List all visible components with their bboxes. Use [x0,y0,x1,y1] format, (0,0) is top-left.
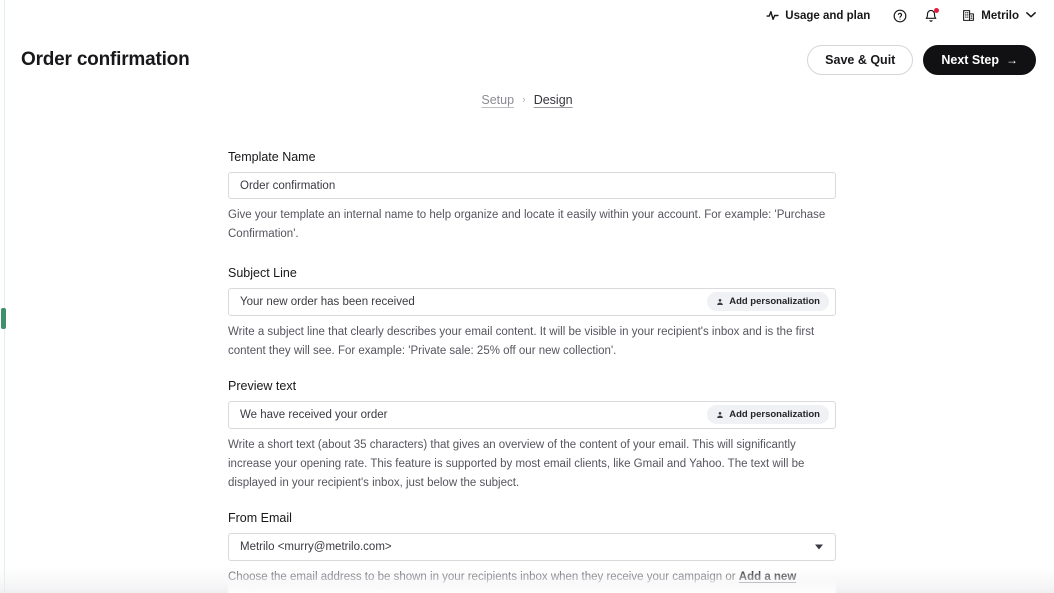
arrow-right-icon: → [1006,53,1018,67]
breadcrumb-step-setup[interactable]: Setup [481,93,514,107]
person-icon [716,298,724,306]
header-actions: Save & Quit Next Step → [807,45,1036,75]
activity-pulse-icon [766,9,779,22]
page-header: Order confirmation Save & Quit Next Step… [0,36,1054,84]
preview-add-personalization-label: Add personalization [729,409,820,420]
template-name-label: Template Name [228,150,316,164]
template-name-helper: Give your template an internal name to h… [228,209,826,240]
breadcrumb-separator-icon: › [522,94,526,106]
from-email-helper-prefix: Choose the email address to be shown in … [228,571,739,583]
template-setup-form: Template Name Give your template an inte… [228,150,836,593]
notification-badge-dot [934,7,940,13]
subject-add-personalization-button[interactable]: Add personalization [707,292,829,311]
save-and-quit-button[interactable]: Save & Quit [807,45,914,75]
from-email-select-wrap[interactable]: Metrilo <murry@metrilo.com> [228,533,836,561]
from-email-helper: Choose the email address to be shown in … [228,568,836,593]
person-icon [716,411,724,419]
building-icon [962,9,975,22]
usage-and-plan-label: Usage and plan [785,9,871,22]
preview-text-label: Preview text [228,379,297,393]
account-menu[interactable]: Metrilo [962,9,1036,22]
subject-add-personalization-label: Add personalization [729,296,820,307]
field-subject-line: Subject Line Add personalization Write a… [228,266,836,361]
top-utility-bar: Usage and plan Metrilo [0,0,1054,31]
from-email-selected-value: Metrilo <murry@metrilo.com> [240,541,392,553]
preview-add-personalization-button[interactable]: Add personalization [707,405,829,424]
bell-icon[interactable] [920,5,942,27]
next-step-label: Next Step [941,53,999,67]
preview-text-input-wrap[interactable]: Add personalization [228,401,836,429]
preview-text-helper: Write a short text (about 35 characters)… [228,439,805,489]
subject-line-input-wrap[interactable]: Add personalization [228,288,836,316]
left-panel-drag-handle[interactable] [1,308,6,329]
app-root: Usage and plan Metrilo Order confirmatio… [0,0,1054,593]
template-name-input-wrap[interactable] [228,172,836,199]
usage-and-plan-link[interactable]: Usage and plan [766,9,870,22]
help-circle-icon[interactable] [889,5,911,27]
page-title: Order confirmation [21,49,190,70]
chevron-down-icon [1026,11,1036,20]
breadcrumb: Setup › Design [0,93,1054,107]
subject-line-helper: Write a subject line that clearly descri… [228,326,815,357]
template-name-input[interactable] [229,173,835,198]
next-step-button[interactable]: Next Step → [923,45,1036,75]
from-email-label: From Email [228,511,292,525]
subject-line-label: Subject Line [228,266,297,280]
field-template-name: Template Name Give your template an inte… [228,150,836,244]
field-preview-text: Preview text Add personalization Write a… [228,379,836,493]
left-panel-edge [4,0,5,593]
account-name-label: Metrilo [981,9,1019,22]
breadcrumb-step-design[interactable]: Design [534,93,573,107]
field-from-email: From Email Metrilo <murry@metrilo.com> C… [228,511,836,593]
